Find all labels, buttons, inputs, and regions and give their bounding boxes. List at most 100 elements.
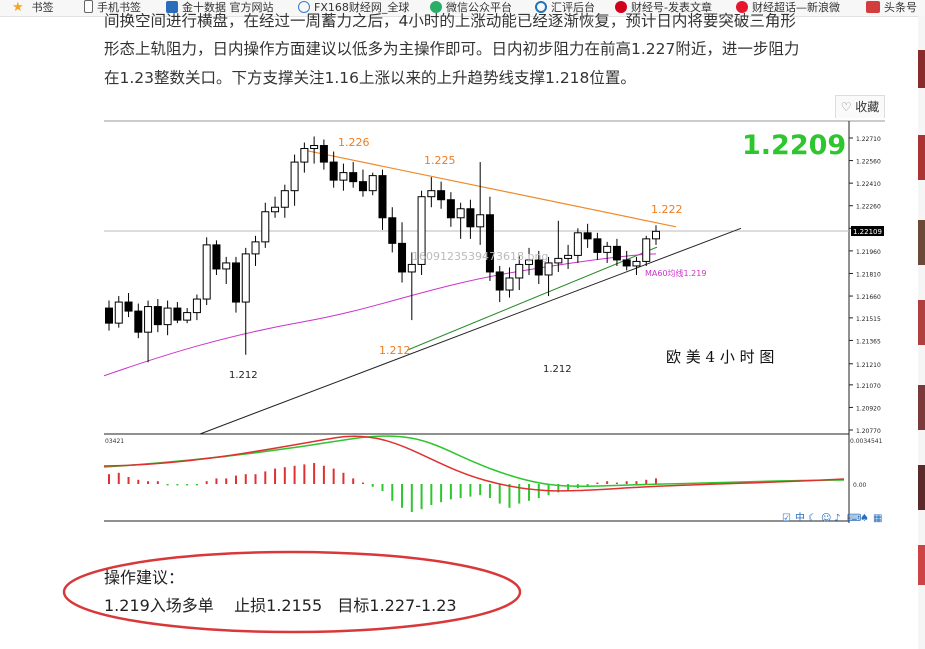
candle-body [466,208,475,228]
candle-body [144,306,153,333]
candle-body [603,245,612,253]
candle-body [212,244,221,270]
annotation-high-1222: 1.222 [651,203,683,216]
y-tick-label: 1.21210 [856,362,881,369]
candle-body [573,232,582,256]
candle-body [642,238,651,262]
candle-body [407,263,416,273]
candle-body [163,307,172,326]
candle-body [241,253,250,303]
star-icon: ★ [12,0,24,15]
candle-body [554,257,563,264]
checkbox-icon[interactable]: ☑ [782,513,791,523]
annotation-low-1212-orange: 1.212 [379,344,411,357]
candle-body [319,145,328,163]
annotation-high-1226: 1.226 [338,136,370,149]
candle-body [378,175,387,219]
candle-body [349,172,358,183]
image-watermark: 1609123539473618.png [412,250,548,263]
candle-body [231,262,240,303]
y-tick-label: 1.22410 [856,181,881,188]
candle-body [280,190,289,208]
y-tick-label: 1.21960 [856,249,881,256]
eurusd-4h-chart: 1.227101.225601.224101.222601.221101.219… [104,118,885,523]
candle-body [173,307,182,321]
candle-body [290,161,299,192]
candle-body [134,310,143,333]
sidebar-thumbnail[interactable] [918,220,925,265]
candle-body [446,199,455,219]
article-line-3: 在1.23整数关口。下方支撑关注1.16上涨以来的上升趋势线支撑1.218位置。 [104,69,636,87]
ma60-label: MA60均线1.219 [645,268,706,278]
article-line-2: 形态上轨阻力，日内操作方面建议以低多为主操作即可。日内初步阻力在前高1.227附… [104,40,800,58]
candle-body [251,241,260,255]
candle-body [544,262,553,276]
sidebar-thumbnail[interactable] [918,135,925,180]
y-tick-label: 1.21810 [856,271,881,278]
y-tick-label: 1.21660 [856,294,881,301]
article-line-1: 间换空间进行横盘，在经过一周蓄力之后，4小时的上涨动能已经逐渐恢复，预计日内将要… [104,12,796,30]
candle-body [476,214,485,228]
bookmark-bookmarks[interactable]: ★ 书签 [12,0,54,16]
annotation-low-1212-left: 1.212 [229,370,258,381]
y-tick-label: 1.22560 [856,159,881,166]
shirt-icon[interactable]: ♠ [860,513,869,523]
annotation-low-1212-right: 1.212 [543,364,572,375]
candle-body [564,254,573,259]
candle-body [339,172,348,181]
moon-icon[interactable]: ☾ [808,513,817,523]
grid-icon[interactable]: ▦ [873,513,882,523]
current-price-tag-text: 1.22109 [853,228,882,236]
sidebar-thumbnail[interactable] [918,300,925,345]
candle-body [593,238,602,253]
collect-button[interactable]: ♡ 收藏 [835,95,885,119]
y-tick-label: 1.22260 [856,204,881,211]
candle-body [114,301,123,324]
zh-icon[interactable]: 中 [795,511,805,523]
candle-body [368,175,377,192]
candle-body [398,242,407,273]
mic-icon[interactable]: ♪ [834,513,840,523]
candle-body [495,271,504,291]
indicator-value: 03421 [105,438,124,445]
phone-icon [84,0,93,13]
advice-title: 操作建议： [104,568,185,587]
candle-body [124,301,133,312]
annotation-high-1225: 1.225 [424,154,456,167]
candle-body [261,211,270,243]
candle-body [300,148,309,163]
candle-body [583,232,592,240]
candle-body [329,161,338,181]
candle-body [271,206,280,213]
y-tick-label: 1.21515 [856,316,881,323]
candle-body [652,230,660,240]
candle-body [183,312,192,321]
y-tick-label: 1.20770 [856,428,881,435]
advice-detail: 1.219入场多单 止损1.2155 目标1.227-1.23 [104,596,457,615]
candle-body [612,245,621,261]
candle-body [515,263,524,279]
sidebar-thumbnail[interactable] [918,545,925,585]
y-tick-label: 1.21070 [856,383,881,390]
candle-body [310,145,319,150]
candle-body [437,190,446,201]
candle-body [358,181,367,192]
candle-body [456,208,465,219]
candle-body [192,298,201,314]
y-tick-label: 1.20920 [856,405,881,412]
sidebar-thumbnail[interactable] [918,385,925,430]
candle-body [222,262,231,270]
y-tick-label: 1.21365 [856,338,881,345]
indicator-axis-zero: 0.00 [853,482,867,489]
candle-body [388,217,397,244]
current-price-readout: 1.2209 [742,130,846,161]
smile-icon[interactable]: ☺ [821,513,831,523]
indicator-axis-top: 0.0034541 [850,438,883,445]
sidebar-thumbnail[interactable] [918,465,925,510]
chart-title: 欧 美 4 小 时 图 [666,348,774,366]
sidebar-thumbnail[interactable] [918,50,925,88]
candle-body [622,259,631,267]
candle-body [632,260,641,267]
candle-body [505,277,514,291]
candle-body [105,307,113,324]
